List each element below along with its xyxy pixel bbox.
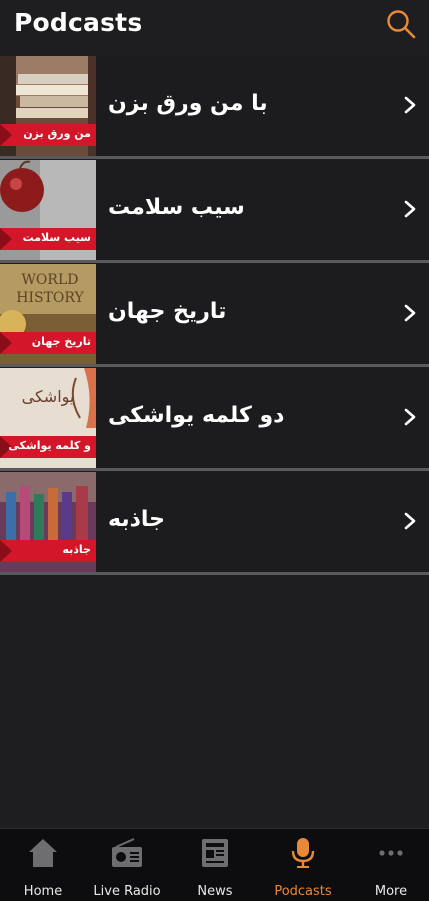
podcast-thumbnail: سیب سلامت: [0, 160, 96, 260]
podcast-title: دو کلمه یواشکی: [108, 403, 285, 428]
page-title: Podcasts: [14, 8, 143, 37]
chevron-right-icon: [404, 96, 416, 114]
bottom-tab-bar: Home Live Radio News Podcasts More: [0, 828, 429, 901]
tab-podcasts[interactable]: Podcasts: [260, 829, 346, 901]
thumbnail-banner: من ورق بزن: [0, 124, 96, 146]
podcast-thumbnail: جاذبه: [0, 472, 96, 572]
home-icon: [29, 839, 57, 867]
microphone-icon: [291, 838, 315, 868]
chevron-right-icon: [404, 304, 416, 322]
tab-label: More: [374, 884, 408, 899]
tab-more[interactable]: More: [348, 829, 429, 901]
podcast-thumbnail: یواشکی و کلمه یواشکی: [0, 368, 96, 468]
art-text-history: HISTORY: [16, 290, 84, 306]
podcast-row[interactable]: یواشکی و کلمه یواشکی دو کلمه یواشکی: [0, 367, 429, 471]
podcast-title: با من ورق بزن: [108, 91, 268, 116]
tab-label: Podcasts: [274, 884, 332, 899]
chevron-right-icon: [404, 512, 416, 530]
podcast-row[interactable]: WORLD HISTORY تاریخ جهان تاریخ جهان: [0, 263, 429, 367]
radio-icon: [112, 838, 142, 867]
tab-news[interactable]: News: [172, 829, 258, 901]
tab-label: News: [197, 884, 233, 899]
newspaper-icon: [202, 839, 228, 867]
tab-label: Home: [23, 884, 63, 899]
podcast-title: جاذبه: [108, 507, 166, 532]
tab-label: Live Radio: [93, 884, 161, 899]
podcast-row[interactable]: جاذبه جاذبه: [0, 471, 429, 575]
thumbnail-banner: تاریخ جهان: [0, 332, 96, 354]
thumbnail-banner: جاذبه: [0, 540, 96, 562]
top-bar: Podcasts: [0, 0, 429, 55]
podcast-thumbnail: من ورق بزن: [0, 56, 96, 156]
podcast-list: من ورق بزن با من ورق بزن سیب سلامت سیب س…: [0, 55, 429, 575]
more-dots-icon: [379, 850, 403, 856]
podcast-row[interactable]: من ورق بزن با من ورق بزن: [0, 55, 429, 159]
podcast-title: سیب سلامت: [108, 195, 245, 220]
tab-home[interactable]: Home: [0, 829, 86, 901]
podcast-thumbnail: WORLD HISTORY تاریخ جهان: [0, 264, 96, 364]
thumbnail-banner: سیب سلامت: [0, 228, 96, 250]
tab-live-radio[interactable]: Live Radio: [84, 829, 170, 901]
art-text-sketch: یواشکی: [22, 387, 75, 407]
chevron-right-icon: [404, 200, 416, 218]
chevron-right-icon: [404, 408, 416, 426]
art-text-world: WORLD: [22, 272, 79, 288]
thumbnail-banner: و کلمه یواشکی: [0, 436, 96, 458]
podcast-title: تاریخ جهان: [108, 299, 227, 324]
search-icon[interactable]: [385, 8, 417, 40]
podcast-row[interactable]: سیب سلامت سیب سلامت: [0, 159, 429, 263]
